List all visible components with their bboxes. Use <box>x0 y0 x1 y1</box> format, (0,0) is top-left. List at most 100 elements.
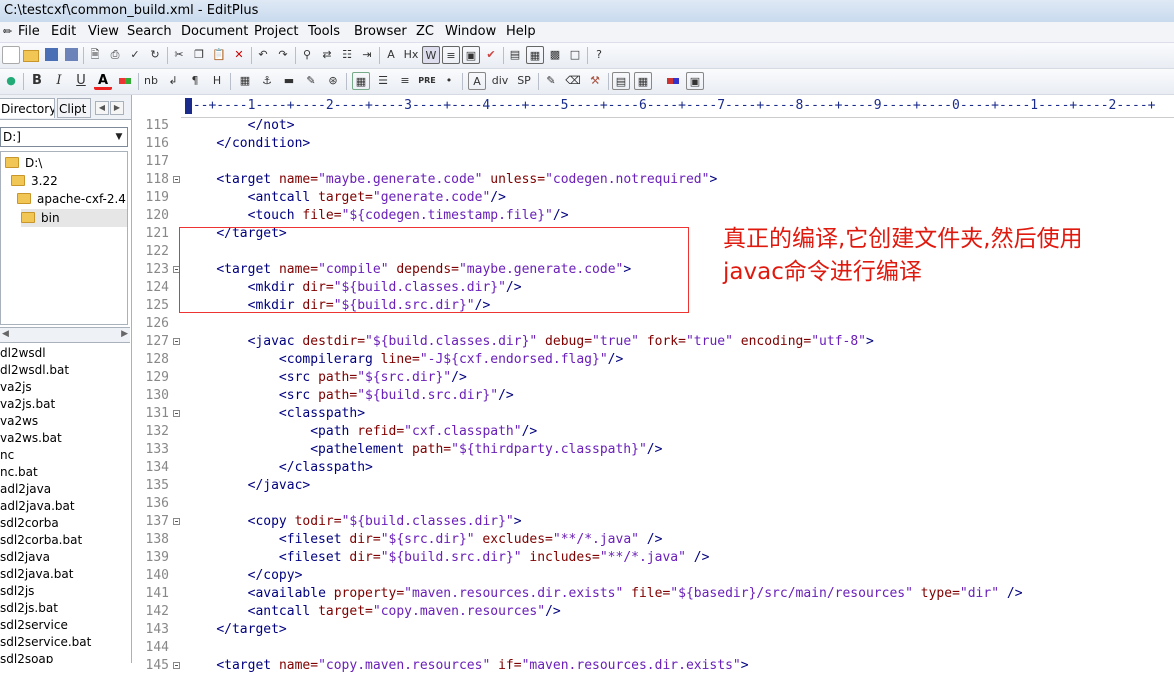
file-list-item[interactable]: sdl2corba <box>0 515 59 532</box>
find-icon[interactable]: ⚲ <box>298 46 316 64</box>
code-line[interactable]: <fileset dir="${build.src.dir}" includes… <box>185 549 710 567</box>
code-line[interactable]: <target name="maybe.generate.code" unles… <box>185 171 717 189</box>
file-list-item[interactable]: sdl2java.bat <box>0 566 73 583</box>
code-line[interactable]: <copy todir="${build.classes.dir}"> <box>185 513 522 531</box>
folder-item[interactable]: apache-cxf-2.4.2 <box>17 190 127 208</box>
heading-icon[interactable]: H <box>208 72 226 90</box>
file-list-item[interactable]: va2js <box>0 379 32 396</box>
cut-icon[interactable]: ✂ <box>170 46 188 64</box>
line-break-icon[interactable]: ↲ <box>164 72 182 90</box>
comment-icon[interactable]: ⊛ <box>324 72 342 90</box>
file-list-item[interactable]: sdl2java <box>0 549 50 566</box>
menu-file[interactable]: File <box>18 22 40 42</box>
code-line[interactable]: </condition> <box>185 135 310 153</box>
menu-search[interactable]: Search <box>127 22 172 42</box>
pre-icon[interactable]: PRE <box>418 72 436 90</box>
redo-icon[interactable]: ↷ <box>274 46 292 64</box>
fold-toggle-icon[interactable] <box>173 176 180 183</box>
word-wrap-icon[interactable]: W <box>422 46 440 64</box>
list-icon[interactable]: ☰ <box>374 72 392 90</box>
file-list-item[interactable]: va2ws <box>0 413 38 430</box>
underline-icon[interactable]: U <box>72 72 90 90</box>
code-line[interactable]: </target> <box>185 225 286 243</box>
fold-toggle-icon[interactable] <box>173 338 180 345</box>
nbsp-icon[interactable]: nb <box>142 72 160 90</box>
ruler-icon[interactable]: ▣ <box>462 46 480 64</box>
bulleted-list-icon[interactable]: • <box>440 72 458 90</box>
cliptext-icon[interactable] <box>664 72 682 90</box>
code-line[interactable]: <mkdir dir="${build.src.dir}"/> <box>185 297 491 315</box>
code-line[interactable]: <compilerarg line="-J${cxf.endorsed.flag… <box>185 351 623 369</box>
file-list-item[interactable]: sdl2soap <box>0 651 53 663</box>
file-list-item[interactable]: nc <box>0 447 14 464</box>
delete-icon[interactable]: ✕ <box>230 46 248 64</box>
file-list-item[interactable]: sdl2js.bat <box>0 600 58 617</box>
code-line[interactable]: <path refid="cxf.classpath"/> <box>185 423 537 441</box>
code-line[interactable]: <antcall target="generate.code"/> <box>185 189 506 207</box>
tab-scroll-left-icon[interactable]: ◀ <box>95 101 109 115</box>
horizontal-scrollbar[interactable]: ◀ ▶ <box>0 327 130 343</box>
code-line[interactable]: <antcall target="copy.maven.resources"/> <box>185 603 561 621</box>
fold-toggle-icon[interactable] <box>173 410 180 417</box>
spell-check-icon[interactable]: ✓ <box>126 46 144 64</box>
menu-view[interactable]: View <box>88 22 119 42</box>
file-list-item[interactable]: sdl2service.bat <box>0 634 91 651</box>
code-editor[interactable]: ---+----1----+----2----+----3----+----4-… <box>133 95 1174 673</box>
color-picker-icon[interactable] <box>116 72 134 90</box>
align-icon[interactable]: ≡ <box>396 72 414 90</box>
file-list-item[interactable]: nc.bat <box>0 464 38 481</box>
settings-icon[interactable]: ↻ <box>146 46 164 64</box>
menu-tools[interactable]: Tools <box>308 22 340 42</box>
directory-window-icon[interactable]: ▦ <box>526 46 544 64</box>
check-icon[interactable]: ✔ <box>482 46 500 64</box>
undo-icon[interactable]: ↶ <box>254 46 272 64</box>
file-list-item[interactable]: va2js.bat <box>0 396 55 413</box>
output-window-icon[interactable]: ▩ <box>546 46 564 64</box>
edit-icon[interactable]: ✎ <box>542 72 560 90</box>
font-color-icon[interactable]: A <box>94 72 112 90</box>
form-icon[interactable]: ✎ <box>302 72 320 90</box>
code-line[interactable]: <fileset dir="${src.dir}" excludes="**/*… <box>185 531 663 549</box>
file-list-item[interactable]: sdl2corba.bat <box>0 532 82 549</box>
file-list-item[interactable]: sdl2service <box>0 617 68 634</box>
code-line[interactable]: <target name="copy.maven.resources" if="… <box>185 657 748 675</box>
folder-item-selected[interactable]: bin <box>21 209 127 227</box>
new-file-icon[interactable] <box>2 46 20 64</box>
code-line[interactable]: <available property="maven.resources.dir… <box>185 585 1023 603</box>
code-line[interactable]: <pathelement path="${thirdparty.classpat… <box>185 441 662 459</box>
clear-icon[interactable]: ⌫ <box>564 72 582 90</box>
scroll-left-icon[interactable]: ◀ <box>2 329 9 339</box>
menu-window[interactable]: Window <box>445 22 496 42</box>
print-icon[interactable]: ⎙ <box>106 46 124 64</box>
fold-toggle-icon[interactable] <box>173 518 180 525</box>
save-icon[interactable] <box>42 46 60 64</box>
menu-browser[interactable]: Browser <box>354 22 407 42</box>
window-tile-icon[interactable]: ▦ <box>634 72 652 90</box>
code-line[interactable]: <target name="compile" depends="maybe.ge… <box>185 261 631 279</box>
code-line[interactable]: <classpath> <box>185 405 365 423</box>
tools-icon[interactable]: ⚒ <box>586 72 604 90</box>
open-folder-icon[interactable] <box>22 46 40 64</box>
window-list-icon[interactable]: ▤ <box>612 72 630 90</box>
hex-icon[interactable]: Hx <box>402 46 420 64</box>
file-list-item[interactable]: dl2wsdl <box>0 345 46 362</box>
file-list-item[interactable]: adl2java <box>0 481 51 498</box>
image-icon[interactable]: ▦ <box>236 72 254 90</box>
file-list-item[interactable]: dl2wsdl.bat <box>0 362 69 379</box>
fold-toggle-icon[interactable] <box>173 266 180 273</box>
tab-cliptext[interactable]: Clipt <box>57 98 91 118</box>
find-in-files-icon[interactable]: ☷ <box>338 46 356 64</box>
code-area[interactable]: </not> </condition> <target name="maybe.… <box>185 117 1174 673</box>
code-line[interactable]: <src path="${src.dir}"/> <box>185 369 467 387</box>
scroll-right-icon[interactable]: ▶ <box>121 329 128 339</box>
app-menu-icon[interactable]: ✏ <box>3 22 12 42</box>
menu-edit[interactable]: Edit <box>51 22 76 42</box>
code-line[interactable]: </not> <box>185 117 295 135</box>
tab-scroll-right-icon[interactable]: ▶ <box>110 101 124 115</box>
panel-icon[interactable]: ▣ <box>686 72 704 90</box>
folder-item[interactable]: D:\ <box>5 154 125 172</box>
anchor-icon[interactable]: ⚓ <box>258 72 276 90</box>
paragraph-icon[interactable]: ¶ <box>186 72 204 90</box>
document-list-icon[interactable]: ▤ <box>506 46 524 64</box>
menu-zc[interactable]: ZC <box>416 22 434 42</box>
